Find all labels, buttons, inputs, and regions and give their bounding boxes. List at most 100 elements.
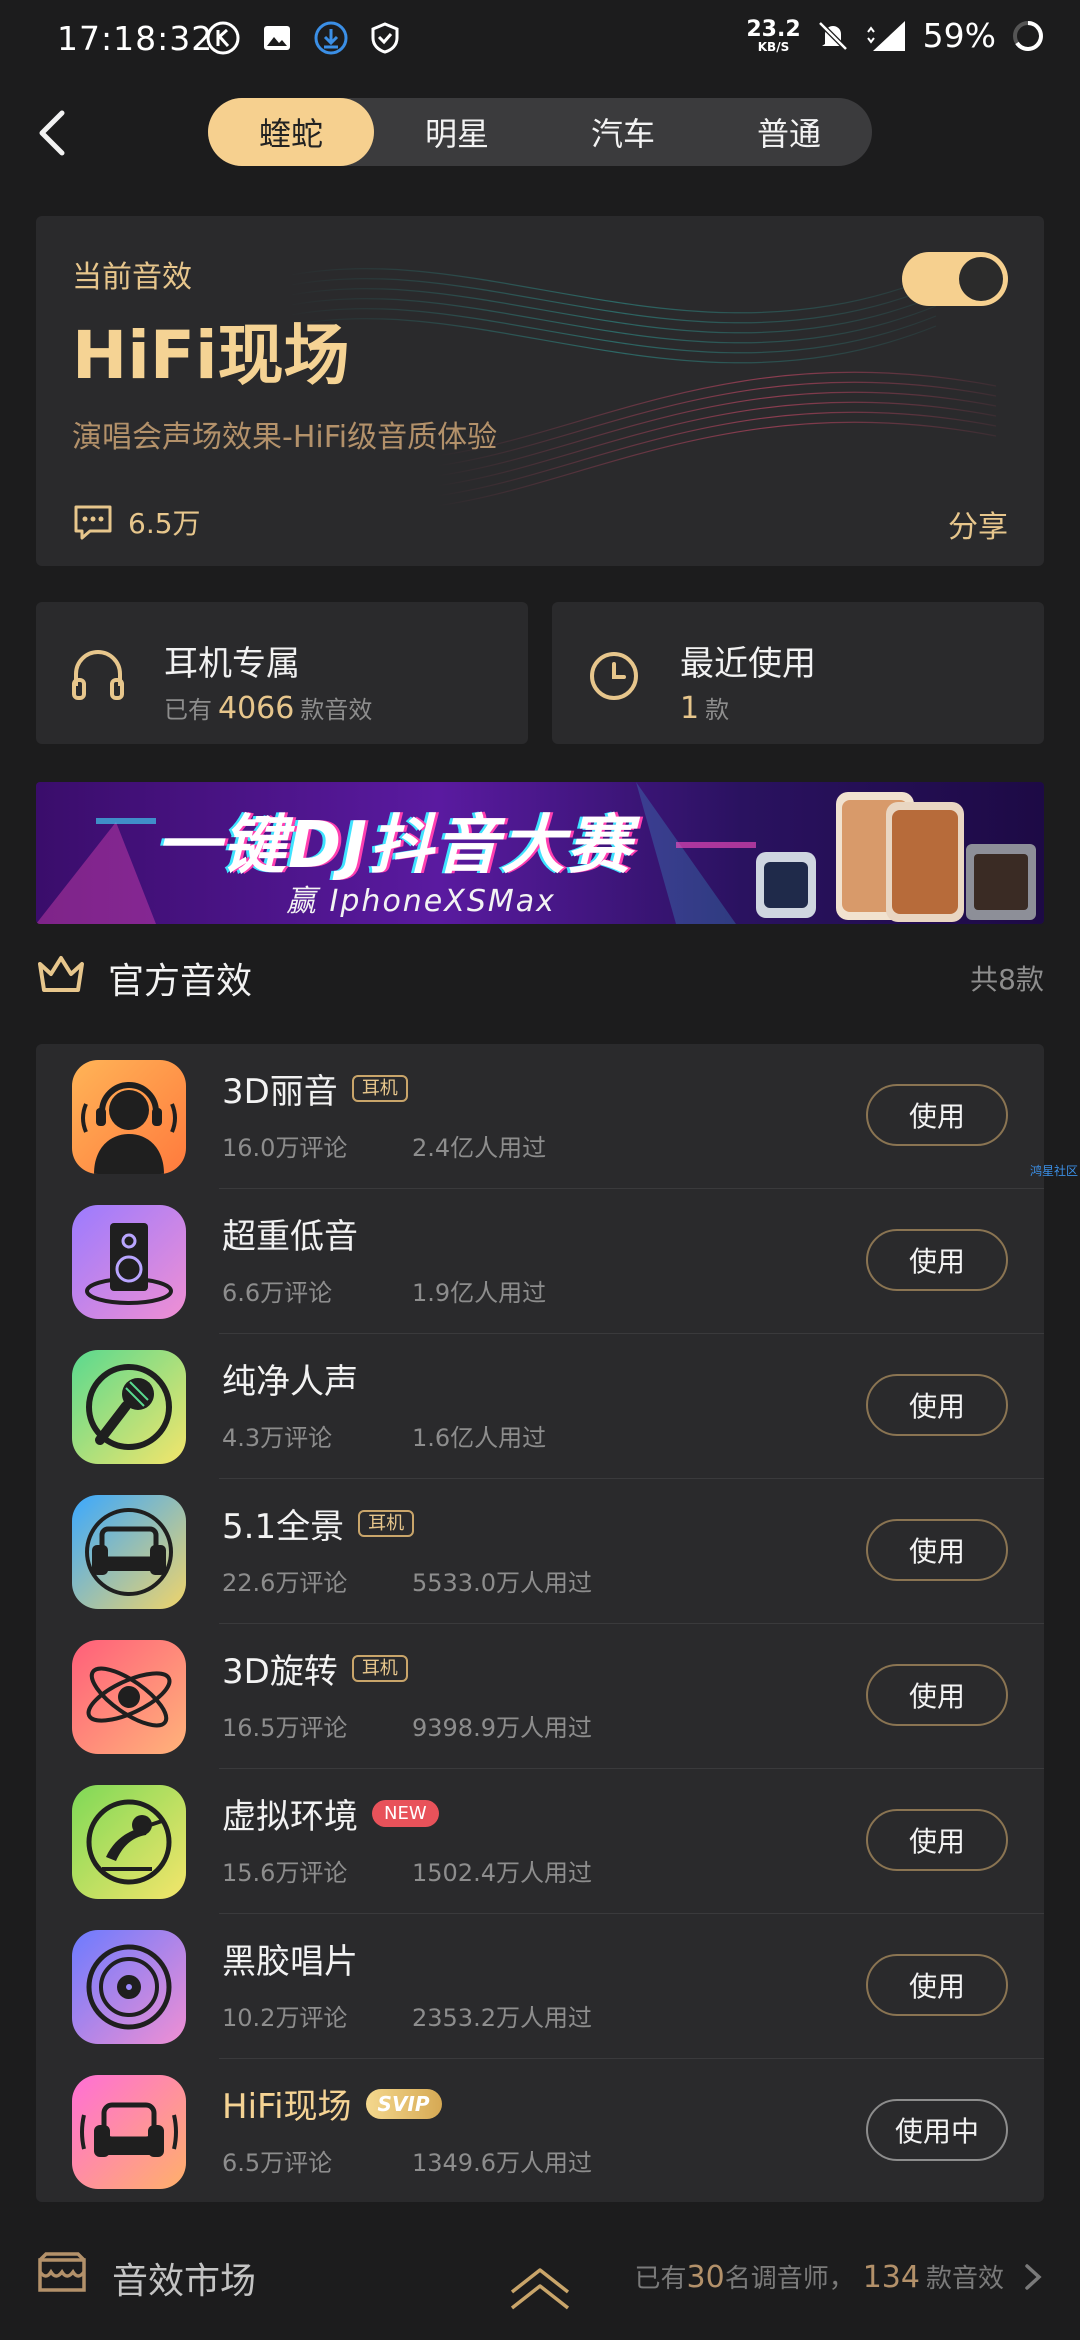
current-effect-title: HiFi现场 (72, 317, 350, 394)
recent-card-title: 最近使用 (680, 644, 816, 684)
effect-name: 3D丽音 耳机 (222, 1064, 408, 1113)
effect-meta: 22.6万评论 5533.0万人用过 (222, 1569, 592, 1597)
shield-icon (371, 22, 399, 54)
svip-badge: SVIP (365, 2088, 442, 2119)
bell-off-icon (817, 20, 848, 51)
clock-icon (590, 652, 638, 700)
vinyl-record-icon (72, 1930, 186, 2044)
official-effects-title: 官方音效 (108, 961, 253, 1002)
use-button[interactable]: 使用 (866, 1084, 1008, 1146)
recent-card-subtitle: 1 款 (680, 691, 730, 726)
effect-meta: 16.5万评论 9398.9万人用过 (222, 1714, 592, 1742)
list-item[interactable]: 3D旋转 耳机 16.5万评论 9398.9万人用过 使用 (36, 1624, 1044, 1769)
official-effects-count: 共8款 (970, 963, 1044, 996)
use-button[interactable]: 使用 (866, 1809, 1008, 1871)
chevron-right-icon[interactable] (1022, 2262, 1044, 2292)
list-item[interactable]: 纯净人声 4.3万评论 1.6亿人用过 使用 (36, 1334, 1044, 1479)
new-badge: NEW (372, 1799, 439, 1828)
back-button[interactable] (26, 103, 76, 163)
effect-meta: 10.2万评论 2353.2万人用过 (222, 2004, 592, 2032)
net-speed: 23.2 KB/S (746, 16, 801, 54)
market-title: 音效市场 (112, 2261, 257, 2302)
effect-meta: 15.6万评论 1502.4万人用过 (222, 1859, 592, 1887)
effect-name: 纯净人声 (222, 1362, 358, 1402)
effect-category-tabs: 蝰蛇 明星 汽车 普通 (208, 98, 872, 166)
status-icons-right: 23.2 KB/S 59% (746, 16, 1046, 55)
effect-name: 黑胶唱片 (222, 1942, 358, 1982)
use-button[interactable]: 使用 (866, 1229, 1008, 1291)
market-icon (38, 2252, 86, 2292)
sofa-icon (72, 1495, 186, 1609)
headphone-card-subtitle: 已有 4066 款音效 (164, 691, 373, 726)
effect-market-bar[interactable]: 音效市场 已有 30 名调音师， 134 款音效 (36, 2240, 1044, 2310)
recently-used-card[interactable]: 最近使用 1 款 (552, 602, 1044, 744)
current-effect-card[interactable]: 当前音效 HiFi现场 演唱会声场效果-HiFi级音质体验 6.5万 分享 (36, 216, 1044, 566)
promo-banner[interactable]: 一键DJ抖音大赛 赢 IphoneXSMax (36, 782, 1044, 924)
image-icon (264, 26, 290, 50)
comment-icon (74, 505, 112, 540)
effect-toggle[interactable] (902, 252, 1008, 306)
official-effects-list: 3D丽音 耳机 16.0万评论 2.4亿人用过 使用 超重低音 6.6万评论 1.9亿… (36, 1044, 1044, 2202)
tab-normal[interactable]: 普通 (706, 98, 872, 166)
comments-link[interactable]: 6.5万 (72, 502, 201, 542)
effect-name: 3D旋转 耳机 (222, 1644, 408, 1693)
download-icon (314, 21, 348, 55)
side-watermark: 鸿星社区 (1030, 1164, 1079, 1178)
armchair-icon (72, 2075, 186, 2189)
signal-icon (866, 20, 905, 51)
recent-count: 1 (680, 691, 700, 726)
crown-icon (38, 956, 84, 992)
atom-orbit-icon (72, 1640, 186, 1754)
market-effect-count: 134 (862, 2260, 920, 2295)
effect-meta: 6.6万评论 1.9亿人用过 (222, 1279, 547, 1307)
bird-icon (72, 1785, 186, 1899)
headphone-card-title: 耳机专属 (164, 644, 300, 684)
effect-name: 超重低音 (222, 1217, 358, 1257)
effect-name: HiFi现场 SVIP (222, 2079, 442, 2128)
microphone-icon (72, 1350, 186, 1464)
k-icon (206, 21, 240, 55)
effect-name: 5.1全景 耳机 (222, 1499, 415, 1548)
list-item[interactable]: 超重低音 6.6万评论 1.9亿人用过 使用 (36, 1189, 1044, 1334)
battery-ring-icon (1013, 20, 1043, 51)
tab-viper[interactable]: 蝰蛇 (208, 98, 374, 166)
effect-meta: 4.3万评论 1.6亿人用过 (222, 1424, 547, 1452)
speaker-icon (72, 1205, 186, 1319)
in-use-button[interactable]: 使用中 (866, 2099, 1008, 2161)
tab-star[interactable]: 明星 (374, 98, 540, 166)
list-item[interactable]: 黑胶唱片 10.2万评论 2353.2万人用过 使用 (36, 1914, 1044, 2059)
banner-subtitle: 赢 IphoneXSMax (286, 884, 556, 919)
headphone-effect-count: 4066 (218, 691, 295, 726)
official-effects-header: 官方音效 共8款 (36, 946, 1044, 1002)
use-button[interactable]: 使用 (866, 1664, 1008, 1726)
effect-meta: 6.5万评论 1349.6万人用过 (222, 2149, 592, 2177)
tuner-count: 30 (686, 2260, 725, 2295)
headphone-tag: 耳机 (351, 1654, 408, 1683)
status-time: 17:18:32 (57, 19, 214, 58)
tab-car[interactable]: 汽车 (540, 98, 706, 166)
current-effect-description: 演唱会声场效果-HiFi级音质体验 (72, 420, 498, 455)
use-button[interactable]: 使用 (866, 1519, 1008, 1581)
status-bar: 17:18:32 23.2 KB/S 59% (0, 0, 1080, 80)
status-icons-left (205, 20, 403, 56)
current-effect-label: 当前音效 (72, 260, 192, 295)
use-button[interactable]: 使用 (866, 1374, 1008, 1436)
list-item[interactable]: 3D丽音 耳机 16.0万评论 2.4亿人用过 使用 (36, 1044, 1044, 1189)
effect-meta: 16.0万评论 2.4亿人用过 (222, 1134, 547, 1162)
headphone-exclusive-card[interactable]: 耳机专属 已有 4066 款音效 (36, 602, 528, 744)
toggle-knob (959, 257, 1003, 301)
battery-level: 59% (922, 16, 996, 55)
headphone-icon (72, 650, 124, 700)
use-button[interactable]: 使用 (866, 1954, 1008, 2016)
headphone-tag: 耳机 (358, 1509, 415, 1538)
list-item[interactable]: HiFi现场 SVIP 6.5万评论 1349.6万人用过 使用中 (36, 2059, 1044, 2204)
market-summary: 已有 30 名调音师， 134 款音效 (634, 2260, 1005, 2295)
banner-title: 一键DJ抖音大赛 (156, 809, 633, 883)
list-item[interactable]: 5.1全景 耳机 22.6万评论 5533.0万人用过 使用 (36, 1479, 1044, 1624)
list-item[interactable]: 虚拟环境 NEW 15.6万评论 1502.4万人用过 使用 (36, 1769, 1044, 1914)
effect-name: 虚拟环境 NEW (222, 1789, 439, 1838)
scroll-up-icon[interactable] (508, 2266, 572, 2310)
headphone-tag: 耳机 (351, 1074, 408, 1103)
3d-sound-icon (72, 1060, 186, 1174)
share-button[interactable]: 分享 (948, 502, 1008, 546)
